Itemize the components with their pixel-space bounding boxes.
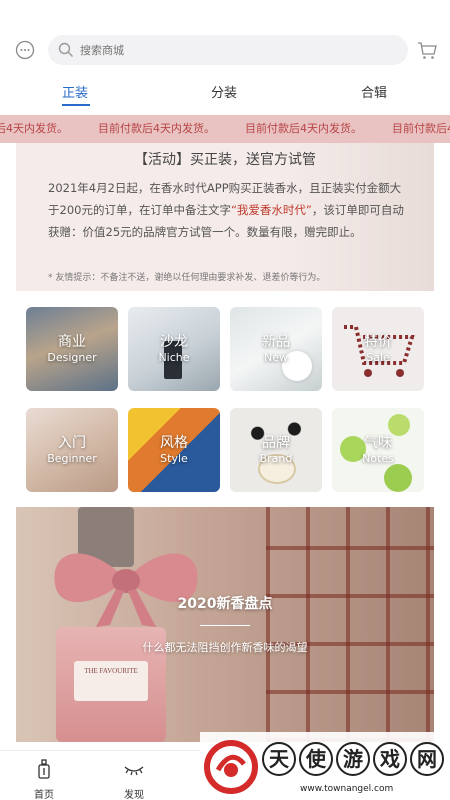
top-bar	[0, 33, 450, 69]
lime-image	[384, 464, 412, 492]
category-label-cn: 气味	[364, 435, 392, 451]
banner-divider	[200, 625, 250, 626]
window-frame-image	[266, 507, 434, 742]
site-watermark: 天使游戏网 www.townangel.com	[200, 732, 450, 800]
activity-note: * 友情提示：不备注不送，谢绝以任何理由要求补发、退差价等行为。	[48, 273, 326, 283]
watermark-char: 天	[262, 742, 296, 776]
category-style[interactable]: 风格 Style	[128, 408, 220, 492]
watermark-url: www.townangel.com	[300, 784, 394, 794]
category-label-cn: 沙龙	[160, 334, 188, 350]
bow-image	[54, 553, 198, 627]
category-label-en: Style	[160, 452, 188, 465]
watermark-title: 天使游戏网	[262, 742, 447, 778]
category-label-cn: 商业	[58, 334, 86, 350]
category-label-cn: 特价	[364, 334, 392, 350]
tab-bar: 正装 分装 合辑	[0, 78, 450, 108]
category-beginner[interactable]: 入门 Beginner	[26, 408, 118, 492]
category-label-en: Niche	[158, 351, 190, 364]
search-icon	[58, 42, 73, 57]
category-label-en: Sale	[366, 351, 390, 364]
tab-collection[interactable]: 合辑	[361, 82, 387, 101]
category-label-en: New	[264, 351, 288, 364]
banner-title: 2020新香盘点	[177, 596, 273, 612]
tab-formal[interactable]: 正装	[62, 82, 88, 101]
watermark-logo-icon	[204, 740, 258, 794]
category-label-cn: 风格	[160, 435, 188, 451]
shipping-notice-marquee: 前付款后4天内发货。 目前付款后4天内发货。 目前付款后4天内发货。 目前付款后4天内…	[0, 115, 450, 143]
banner-subtitle: 什么都无法阻挡创作新香味的渴望	[142, 641, 308, 654]
tab-sample[interactable]: 分装	[211, 82, 237, 101]
watermark-char: 游	[336, 742, 370, 776]
marquee-text: 目前付款后4天内发货。	[245, 122, 362, 135]
activity-card[interactable]: 【活动】买正装，送官方试管 2021年4月2日起，在香水时代APP购买正装香水，…	[16, 143, 434, 291]
watermark-char: 戏	[373, 742, 407, 776]
search-input[interactable]	[80, 40, 390, 60]
category-label-cn: 品牌	[262, 435, 290, 451]
eye-icon	[124, 766, 144, 776]
category-label-en: Beginner	[47, 452, 97, 465]
nav-label: 发现	[124, 790, 144, 800]
category-label-cn: 入门	[58, 435, 86, 451]
category-label-en: Brand	[259, 452, 293, 465]
category-notes[interactable]: 气味 Notes	[332, 408, 424, 492]
category-label-cn: 新品	[262, 334, 290, 350]
category-new[interactable]: 新品 New	[230, 307, 322, 391]
nav-label: 首页	[34, 790, 54, 800]
nav-home[interactable]: 首页	[14, 759, 74, 800]
category-designer[interactable]: 商业 Designer	[26, 307, 118, 391]
category-niche[interactable]: 沙龙 Niche	[128, 307, 220, 391]
category-label-en: Designer	[47, 351, 97, 364]
marquee-text: 目前付款后4天内发货。	[98, 122, 215, 135]
nav-discover[interactable]: 发现	[104, 759, 164, 800]
activity-title: 【活动】买正装，送官方试管	[134, 152, 316, 168]
marquee-text: 前付款后4天内发货。	[0, 122, 68, 135]
perfume-bottle-icon	[38, 759, 50, 779]
activity-body: 2021年4月2日起，在香水时代APP购买正装香水，且正装实付金额大于200元的…	[48, 177, 408, 243]
active-tab-indicator	[62, 104, 90, 106]
marquee-text: 目前付款后4天内发货。	[392, 122, 450, 135]
bottle-label: THE FAVOURITE	[74, 661, 148, 701]
activity-highlight-text: “我爱香水时代”	[230, 203, 312, 217]
search-bar[interactable]	[48, 35, 408, 65]
cart-icon[interactable]	[416, 39, 438, 61]
category-label-en: Notes	[362, 452, 394, 465]
category-sale[interactable]: 特价 Sale	[332, 307, 424, 391]
new-fragrance-banner[interactable]: THE FAVOURITE 2020新香盘点 什么都无法阻挡创作新香味的渴望	[16, 507, 434, 742]
category-brand[interactable]: 品牌 Brand	[230, 408, 322, 492]
watermark-char: 网	[410, 742, 444, 776]
watermark-char: 使	[299, 742, 333, 776]
chat-icon[interactable]	[14, 39, 36, 61]
